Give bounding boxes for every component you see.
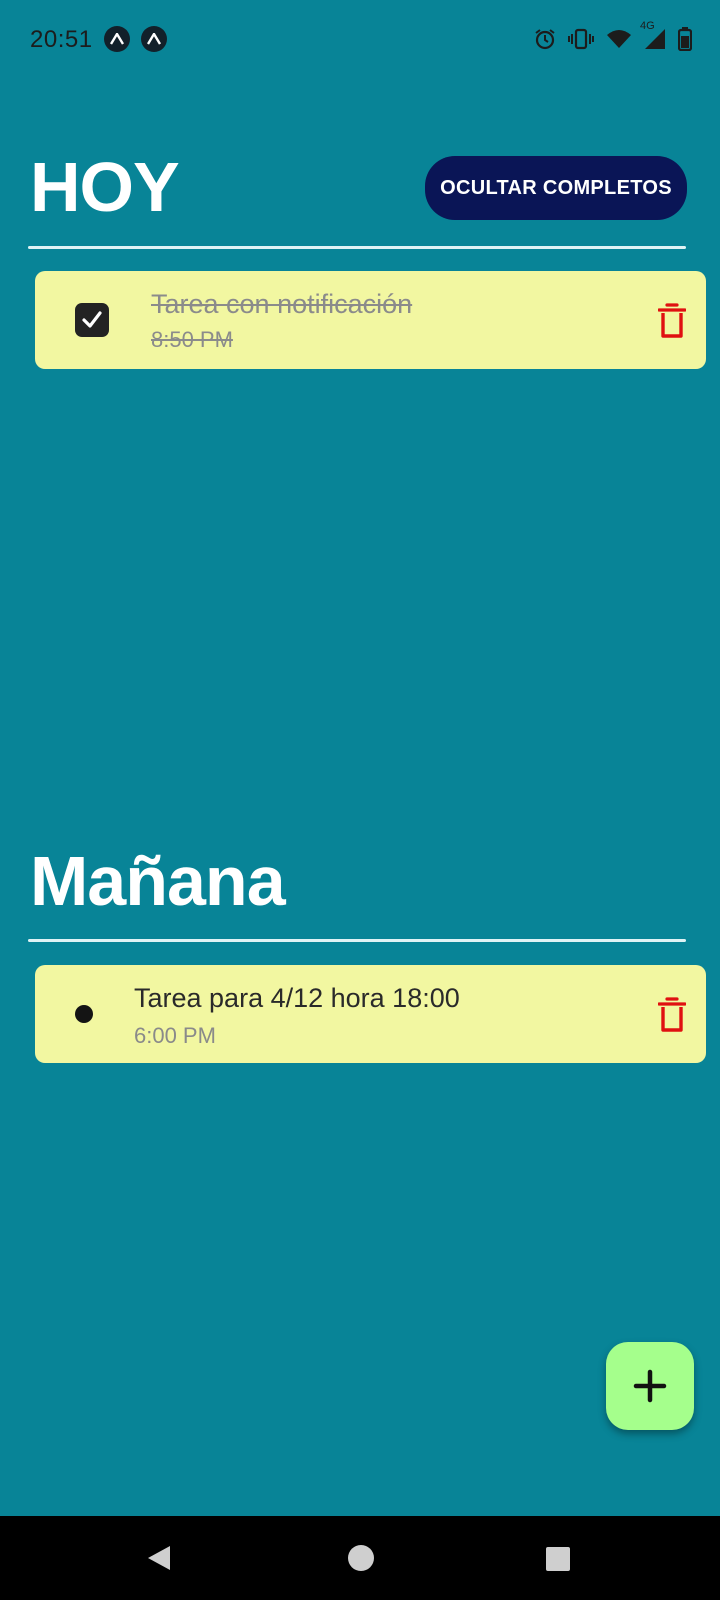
task-bullet <box>75 1005 93 1023</box>
recents-icon[interactable] <box>545 1546 571 1577</box>
task-card[interactable]: Tarea con notificación 8:50 PM <box>35 271 706 369</box>
section-title-today: HOY <box>30 148 180 226</box>
status-time: 20:51 <box>30 26 93 53</box>
battery-icon <box>678 27 692 51</box>
network-type-label: 4G <box>640 20 655 32</box>
task-card[interactable]: Tarea para 4/12 hora 18:00 6:00 PM <box>35 965 706 1063</box>
trash-icon[interactable] <box>657 303 687 339</box>
task-checkbox-checked[interactable] <box>75 303 109 337</box>
task-title: Tarea con notificación <box>151 289 413 319</box>
vibrate-icon <box>568 28 594 50</box>
back-icon[interactable] <box>146 1544 172 1577</box>
task-title: Tarea para 4/12 hora 18:00 <box>134 983 460 1013</box>
home-icon[interactable] <box>347 1544 375 1577</box>
alarm-icon <box>534 28 556 50</box>
checkmark-icon <box>82 311 102 328</box>
task-time: 8:50 PM <box>151 327 233 352</box>
task-time: 6:00 PM <box>134 1023 216 1048</box>
section-divider <box>28 939 686 942</box>
notification-app-icon <box>104 26 130 52</box>
section-divider <box>28 246 686 249</box>
plus-icon <box>633 1369 667 1403</box>
hide-completed-button[interactable]: OCULTAR COMPLETOS <box>425 156 687 220</box>
trash-icon[interactable] <box>657 997 687 1033</box>
status-bar: 20:51 4G <box>0 0 720 80</box>
navigation-bar <box>0 1516 720 1600</box>
add-task-button[interactable] <box>606 1342 694 1430</box>
notification-app-icon <box>141 26 167 52</box>
status-icons: 4G <box>534 20 692 54</box>
signal-icon: 4G <box>640 20 666 50</box>
wifi-icon <box>606 29 632 49</box>
section-title-tomorrow: Mañana <box>30 842 286 920</box>
